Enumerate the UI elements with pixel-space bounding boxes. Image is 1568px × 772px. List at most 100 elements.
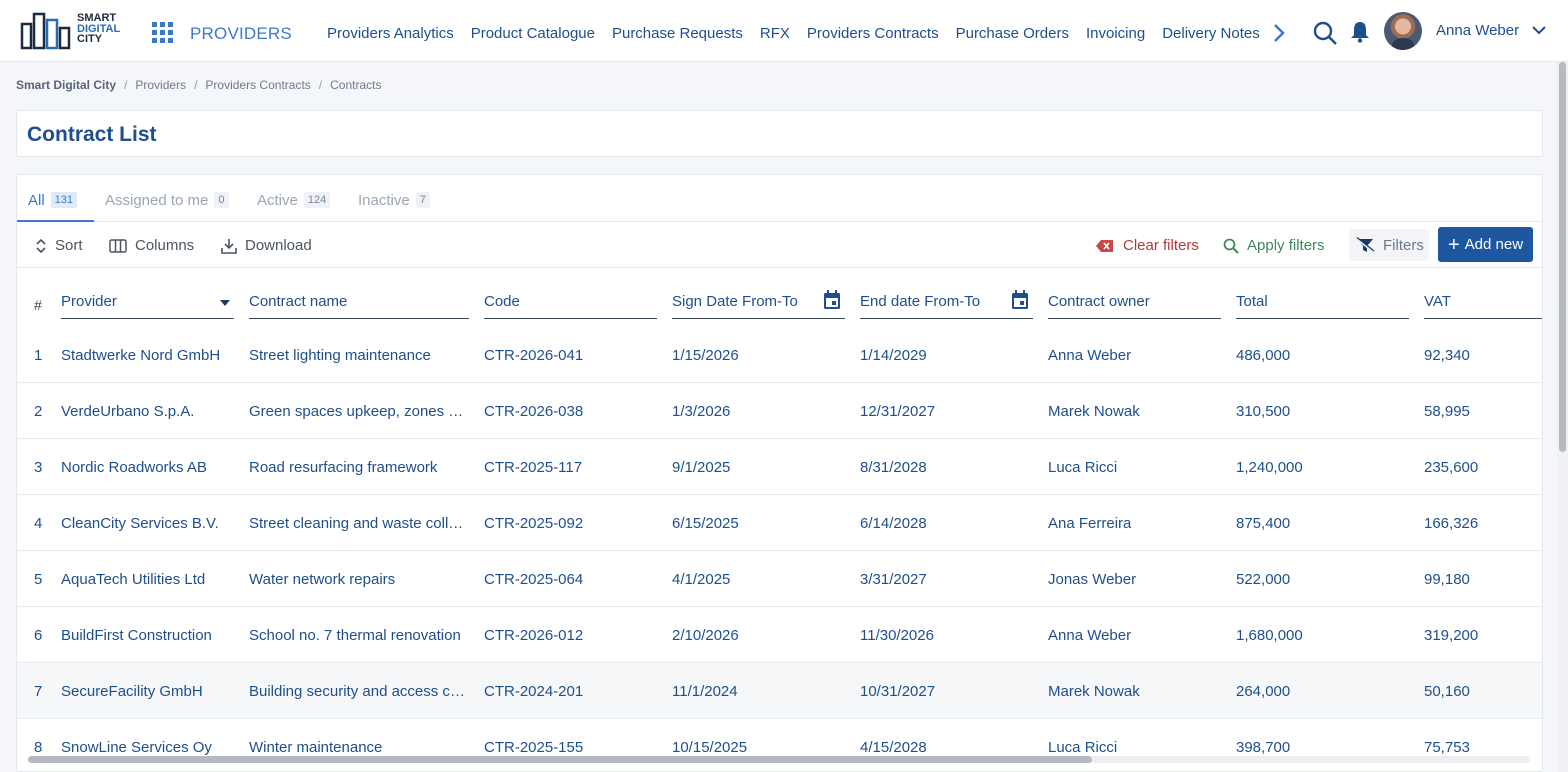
column-header-end-date[interactable]: End date From-To	[860, 290, 1033, 319]
row-index: 2	[34, 403, 43, 420]
provider-cell[interactable]: BuildFirst Construction	[61, 627, 236, 644]
sign-date-cell: 2/10/2026	[672, 627, 739, 644]
breadcrumb-item-contracts: Contracts	[330, 78, 382, 92]
bell-icon[interactable]	[1350, 21, 1370, 43]
vat-cell: 235,600	[1424, 459, 1479, 476]
row-index: 1	[34, 347, 43, 364]
apps-grid-icon[interactable]	[152, 22, 174, 44]
top-navbar: SMART DIGITAL CITY PROVIDERS Providers A…	[0, 0, 1568, 62]
contract-name-cell[interactable]: School no. 7 thermal renovation	[249, 627, 469, 644]
end-date-cell: 3/31/2027	[860, 571, 927, 588]
column-header-code[interactable]: Code	[484, 293, 657, 319]
table-row[interactable]: 1 Stadtwerke Nord GmbH Street lighting m…	[17, 327, 1542, 383]
nav-purchase-orders[interactable]: Purchase Orders	[956, 25, 1069, 42]
module-title[interactable]: PROVIDERS	[190, 24, 292, 44]
provider-cell[interactable]: VerdeUrbano S.p.A.	[61, 403, 236, 420]
total-cell: 875,400	[1236, 515, 1291, 532]
column-header-provider[interactable]: Provider	[61, 293, 234, 319]
table-row[interactable]: 7 SecureFacility GmbH Building security …	[17, 663, 1542, 719]
user-name[interactable]: Anna Weber	[1436, 22, 1519, 39]
owner-cell: Luca Ricci	[1048, 739, 1118, 756]
download-icon	[221, 238, 237, 254]
nav-invoicing[interactable]: Invoicing	[1086, 25, 1145, 42]
provider-cell[interactable]: AquaTech Utilities Ltd	[61, 571, 236, 588]
horizontal-scrollbar[interactable]	[28, 756, 1530, 763]
nav-providers-analytics[interactable]: Providers Analytics	[327, 25, 454, 42]
contract-name-cell[interactable]: Street lighting maintenance	[249, 347, 469, 364]
nav-product-catalogue[interactable]: Product Catalogue	[471, 25, 595, 42]
breadcrumb: Smart Digital City / Providers / Provide…	[16, 78, 382, 92]
provider-cell[interactable]: SnowLine Services Oy	[61, 739, 236, 756]
vertical-scrollbar[interactable]	[1557, 62, 1568, 772]
provider-cell[interactable]: Stadtwerke Nord GmbH	[61, 347, 236, 364]
table-row[interactable]: 2 VerdeUrbano S.p.A. Green spaces upkeep…	[17, 383, 1542, 439]
total-cell: 264,000	[1236, 683, 1291, 700]
vat-cell: 166,326	[1424, 515, 1479, 532]
provider-cell[interactable]: CleanCity Services B.V.	[61, 515, 236, 532]
vat-cell: 92,340	[1424, 347, 1470, 364]
column-header-contract-name[interactable]: Contract name	[249, 293, 469, 319]
table-row[interactable]: 6 BuildFirst Construction School no. 7 t…	[17, 607, 1542, 663]
sort-button[interactable]: Sort	[35, 237, 83, 254]
page-title: Contract List	[27, 123, 157, 146]
search-icon[interactable]	[1312, 20, 1338, 46]
contract-name-cell[interactable]: Street cleaning and waste colle...	[249, 515, 469, 532]
code-cell: CTR-2026-038	[484, 403, 584, 420]
provider-cell[interactable]: Nordic Roadworks AB	[61, 459, 236, 476]
contract-name-cell[interactable]: Green spaces upkeep, zones 1-3	[249, 403, 469, 420]
column-header-contract-owner[interactable]: Contract owner	[1048, 293, 1221, 319]
column-header-vat[interactable]: VAT	[1424, 293, 1542, 319]
apply-filters-button[interactable]: Apply filters	[1223, 237, 1325, 254]
row-index: 3	[34, 459, 43, 476]
end-date-cell: 10/31/2027	[860, 683, 936, 700]
horizontal-scrollbar-thumb[interactable]	[28, 756, 1092, 763]
breadcrumb-item-home[interactable]: Smart Digital City	[16, 78, 116, 92]
clear-filters-button[interactable]: Clear filters	[1095, 237, 1199, 254]
column-header-sign-date[interactable]: Sign Date From-To	[672, 290, 845, 319]
breadcrumb-item-providers-contracts[interactable]: Providers Contracts	[205, 78, 310, 92]
contract-name-cell[interactable]: Water network repairs	[249, 571, 469, 588]
nav-delivery-notes[interactable]: Delivery Notes	[1162, 25, 1260, 42]
filters-button[interactable]: Filters	[1349, 229, 1429, 261]
caret-down-icon[interactable]	[220, 299, 230, 307]
tab-active[interactable]: Active 124	[257, 189, 331, 211]
contract-name-cell[interactable]: Road resurfacing framework	[249, 459, 469, 476]
calendar-icon[interactable]	[1011, 290, 1029, 310]
vat-cell: 99,180	[1424, 571, 1470, 588]
plus-icon: +	[1447, 233, 1460, 256]
chevron-down-icon[interactable]	[1532, 25, 1546, 35]
tab-inactive[interactable]: Inactive 7	[358, 189, 430, 211]
chevron-right-icon[interactable]	[1270, 22, 1288, 44]
table-row[interactable]: 8 SnowLine Services Oy Winter maintenanc…	[17, 719, 1542, 771]
provider-cell[interactable]: SecureFacility GmbH	[61, 683, 236, 700]
table-row[interactable]: 3 Nordic Roadworks AB Road resurfacing f…	[17, 439, 1542, 495]
sign-date-cell: 9/1/2025	[672, 459, 731, 476]
calendar-icon[interactable]	[823, 290, 841, 310]
nav-purchase-requests[interactable]: Purchase Requests	[612, 25, 743, 42]
nav-providers-contracts[interactable]: Providers Contracts	[807, 25, 939, 42]
owner-cell: Anna Weber	[1048, 627, 1132, 644]
tab-all[interactable]: All 131	[28, 189, 78, 211]
end-date-cell: 4/15/2028	[860, 739, 927, 756]
logo-line3: CITY	[77, 33, 103, 45]
column-header-total[interactable]: Total	[1236, 293, 1409, 319]
code-cell: CTR-2026-012	[484, 627, 584, 644]
contract-name-cell[interactable]: Building security and access co...	[249, 683, 469, 700]
nav-rfx[interactable]: RFX	[760, 25, 790, 42]
contract-name-cell[interactable]: Winter maintenance	[249, 739, 469, 756]
row-index: 7	[34, 683, 43, 700]
table-row[interactable]: 5 AquaTech Utilities Ltd Water network r…	[17, 551, 1542, 607]
avatar[interactable]	[1384, 12, 1422, 50]
row-index: 4	[34, 515, 43, 532]
row-index: 6	[34, 627, 43, 644]
add-new-button[interactable]: + Add new	[1438, 227, 1533, 262]
columns-button[interactable]: Columns	[109, 237, 194, 254]
breadcrumb-item-providers[interactable]: Providers	[135, 78, 186, 92]
tab-assigned-to-me[interactable]: Assigned to me 0	[105, 189, 229, 211]
tab-count-badge: 7	[415, 192, 430, 208]
table-row[interactable]: 4 CleanCity Services B.V. Street cleanin…	[17, 495, 1542, 551]
vertical-scrollbar-thumb[interactable]	[1559, 62, 1566, 452]
download-button[interactable]: Download	[221, 237, 312, 254]
owner-cell: Marek Nowak	[1048, 403, 1140, 420]
end-date-cell: 12/31/2027	[860, 403, 936, 420]
